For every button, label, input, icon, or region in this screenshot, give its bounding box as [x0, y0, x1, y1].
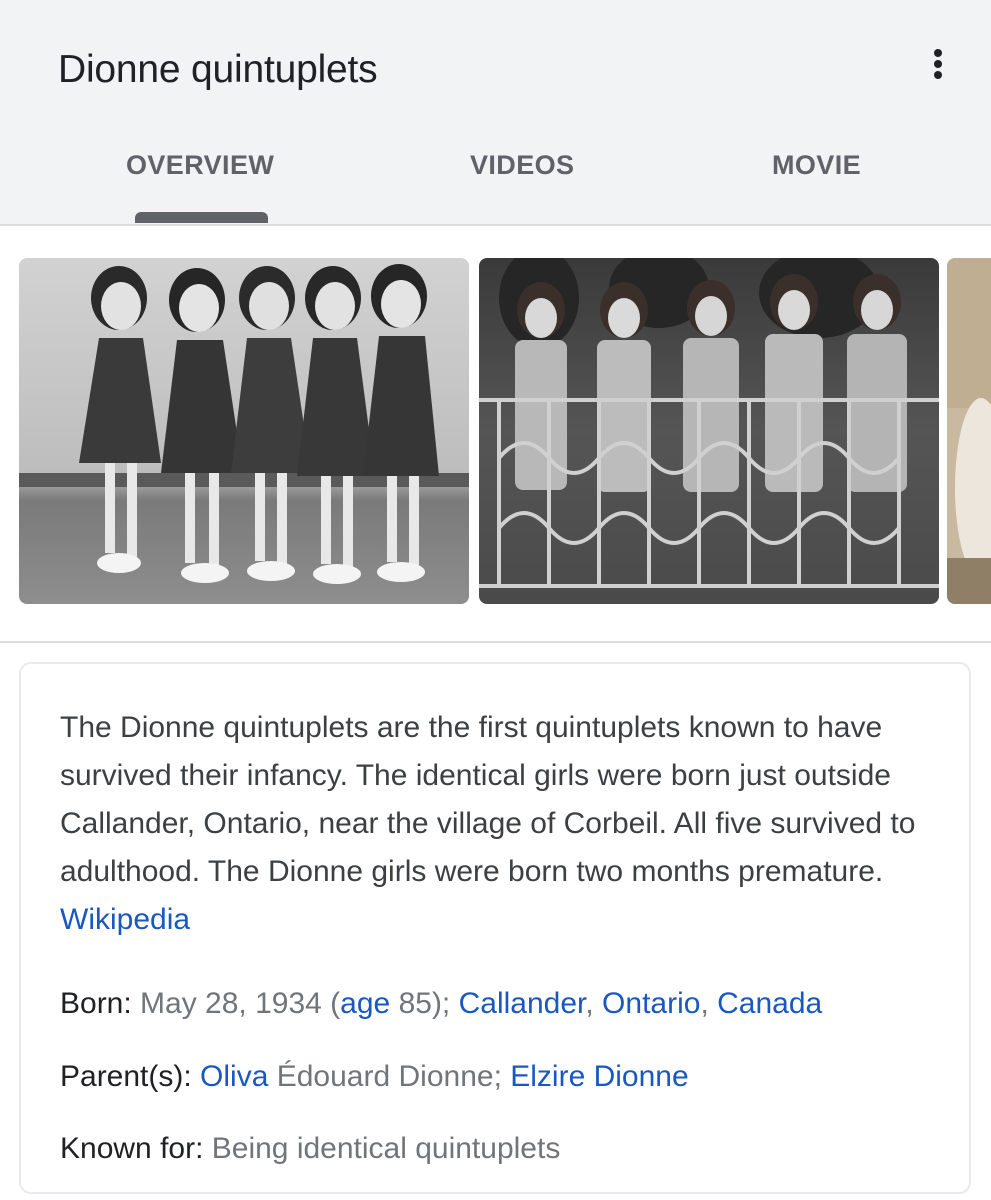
born-sep-2: ,	[700, 987, 718, 1020]
tab-videos[interactable]: VIDEOS	[470, 150, 574, 181]
born-sep-1: ,	[585, 987, 603, 1020]
knowledge-panel-header: Dionne quintuplets OVERVIEW VIDEOS MOVIE	[0, 0, 991, 226]
tab-overview[interactable]: OVERVIEW	[126, 150, 274, 181]
tab-movie[interactable]: MOVIE	[772, 150, 861, 181]
description-body: The Dionne quintuplets are the first qui…	[60, 711, 916, 888]
description-card: The Dionne quintuplets are the first qui…	[19, 662, 971, 1194]
age-link[interactable]: age	[340, 987, 390, 1020]
known-for-value: Being identical quintuplets	[211, 1132, 561, 1165]
callander-link[interactable]: Callander	[459, 987, 586, 1020]
parent1-name-rest: Édouard Dionne;	[268, 1060, 511, 1093]
section-divider	[0, 641, 991, 643]
more-vert-icon[interactable]	[924, 44, 952, 84]
quintuplets-photo-3[interactable]	[947, 258, 991, 604]
canada-link[interactable]: Canada	[717, 987, 822, 1020]
ontario-link[interactable]: Ontario	[602, 987, 700, 1020]
oliva-link[interactable]: Oliva	[200, 1060, 268, 1093]
quintuplets-photo-2[interactable]	[479, 258, 939, 604]
born-date: May 28, 1934 (	[140, 987, 341, 1020]
elzire-dionne-link[interactable]: Elzire Dionne	[510, 1060, 688, 1093]
page-title: Dionne quintuplets	[58, 48, 378, 91]
born-age-value: 85);	[390, 987, 459, 1020]
parents-label: Parent(s):	[60, 1060, 201, 1093]
quintuplets-photo-1[interactable]	[19, 258, 469, 604]
wikipedia-link[interactable]: Wikipedia	[60, 903, 190, 936]
fact-born: Born: May 28, 1934 (age 85); Callander, …	[60, 984, 822, 1024]
born-label: Born:	[60, 987, 141, 1020]
description-text: The Dionne quintuplets are the first qui…	[60, 704, 940, 944]
known-for-label: Known for:	[60, 1132, 212, 1165]
tab-selected-indicator	[135, 212, 268, 223]
fact-known-for: Known for: Being identical quintuplets	[60, 1129, 560, 1169]
fact-parents: Parent(s): Oliva Édouard Dionne; Elzire …	[60, 1057, 689, 1097]
